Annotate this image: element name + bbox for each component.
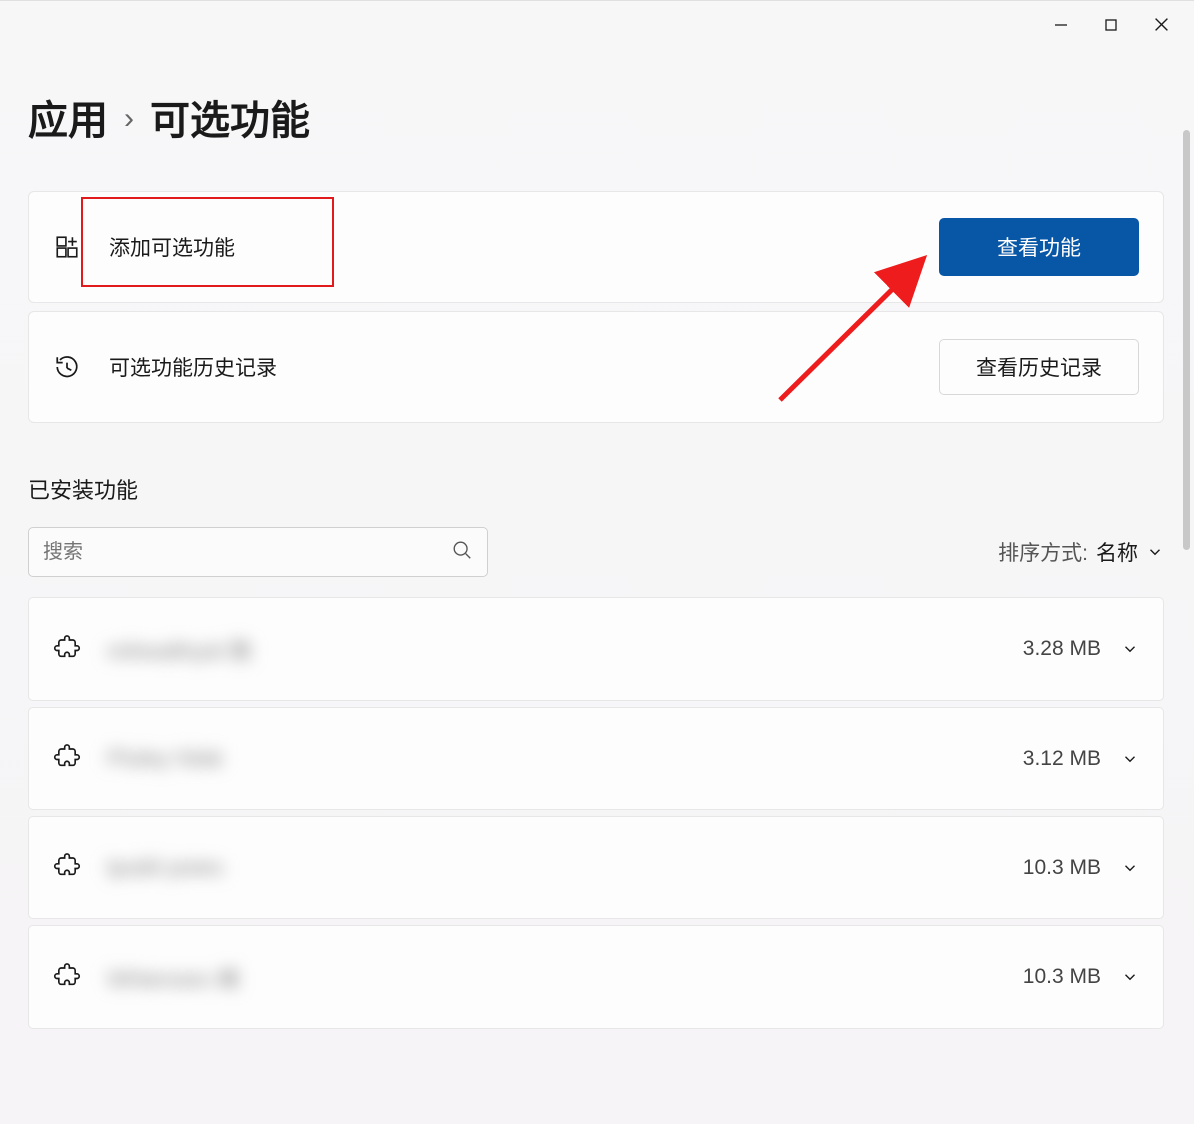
search-box[interactable] [28,527,488,577]
history-icon [53,353,81,381]
scrollbar-thumb[interactable] [1183,130,1190,550]
chevron-down-icon [1121,968,1139,986]
add-optional-label: 添加可选功能 [109,232,235,262]
chevron-down-icon [1121,859,1139,877]
feature-row[interactable]: mihealthyid 数 3.28 MB [28,597,1164,701]
sort-label: 排序方式: [998,537,1088,567]
puzzle-icon [53,742,81,775]
breadcrumb-current: 可选功能 [150,88,310,146]
installed-heading: 已安装功能 [28,473,1164,505]
chevron-down-icon [1146,543,1164,561]
search-input[interactable] [43,541,451,564]
vertical-scrollbar[interactable] [1178,50,1194,1124]
close-button[interactable] [1136,3,1186,47]
maximize-button[interactable] [1086,3,1136,47]
chevron-down-icon [1121,640,1139,658]
feature-size: 3.12 MB [1023,747,1101,771]
history-card: 可选功能历史记录 查看历史记录 [28,311,1164,423]
puzzle-icon [53,961,81,994]
window-titlebar [0,0,1194,48]
chevron-right-icon: › [124,102,134,136]
search-icon [451,539,473,566]
puzzle-icon [53,851,81,884]
puzzle-icon [53,633,81,666]
add-optional-card: 添加可选功能 查看功能 [28,191,1164,303]
feature-name: mihealthyid 数 [107,632,253,666]
feature-name: tpubli poies [107,854,223,881]
add-grid-icon [53,233,81,261]
minimize-button[interactable] [1036,3,1086,47]
feature-row[interactable]: Pluley hilak 3.12 MB [28,707,1164,810]
sort-dropdown[interactable]: 排序方式: 名称 [998,537,1164,567]
feature-size: 10.3 MB [1023,856,1101,880]
feature-row[interactable]: Whtenoes 峰 10.3 MB [28,925,1164,1029]
feature-name: Pluley hilak [107,745,223,772]
breadcrumb-parent[interactable]: 应用 [28,88,108,146]
view-history-button[interactable]: 查看历史记录 [939,339,1139,395]
feature-size: 3.28 MB [1023,637,1101,661]
sort-value: 名称 [1096,537,1138,567]
feature-row[interactable]: tpubli poies 10.3 MB [28,816,1164,919]
history-label: 可选功能历史记录 [109,352,277,382]
feature-name: Whtenoes 峰 [107,960,240,994]
breadcrumb: 应用 › 可选功能 [28,88,1164,146]
feature-size: 10.3 MB [1023,965,1101,989]
view-features-button[interactable]: 查看功能 [939,218,1139,276]
chevron-down-icon [1121,750,1139,768]
